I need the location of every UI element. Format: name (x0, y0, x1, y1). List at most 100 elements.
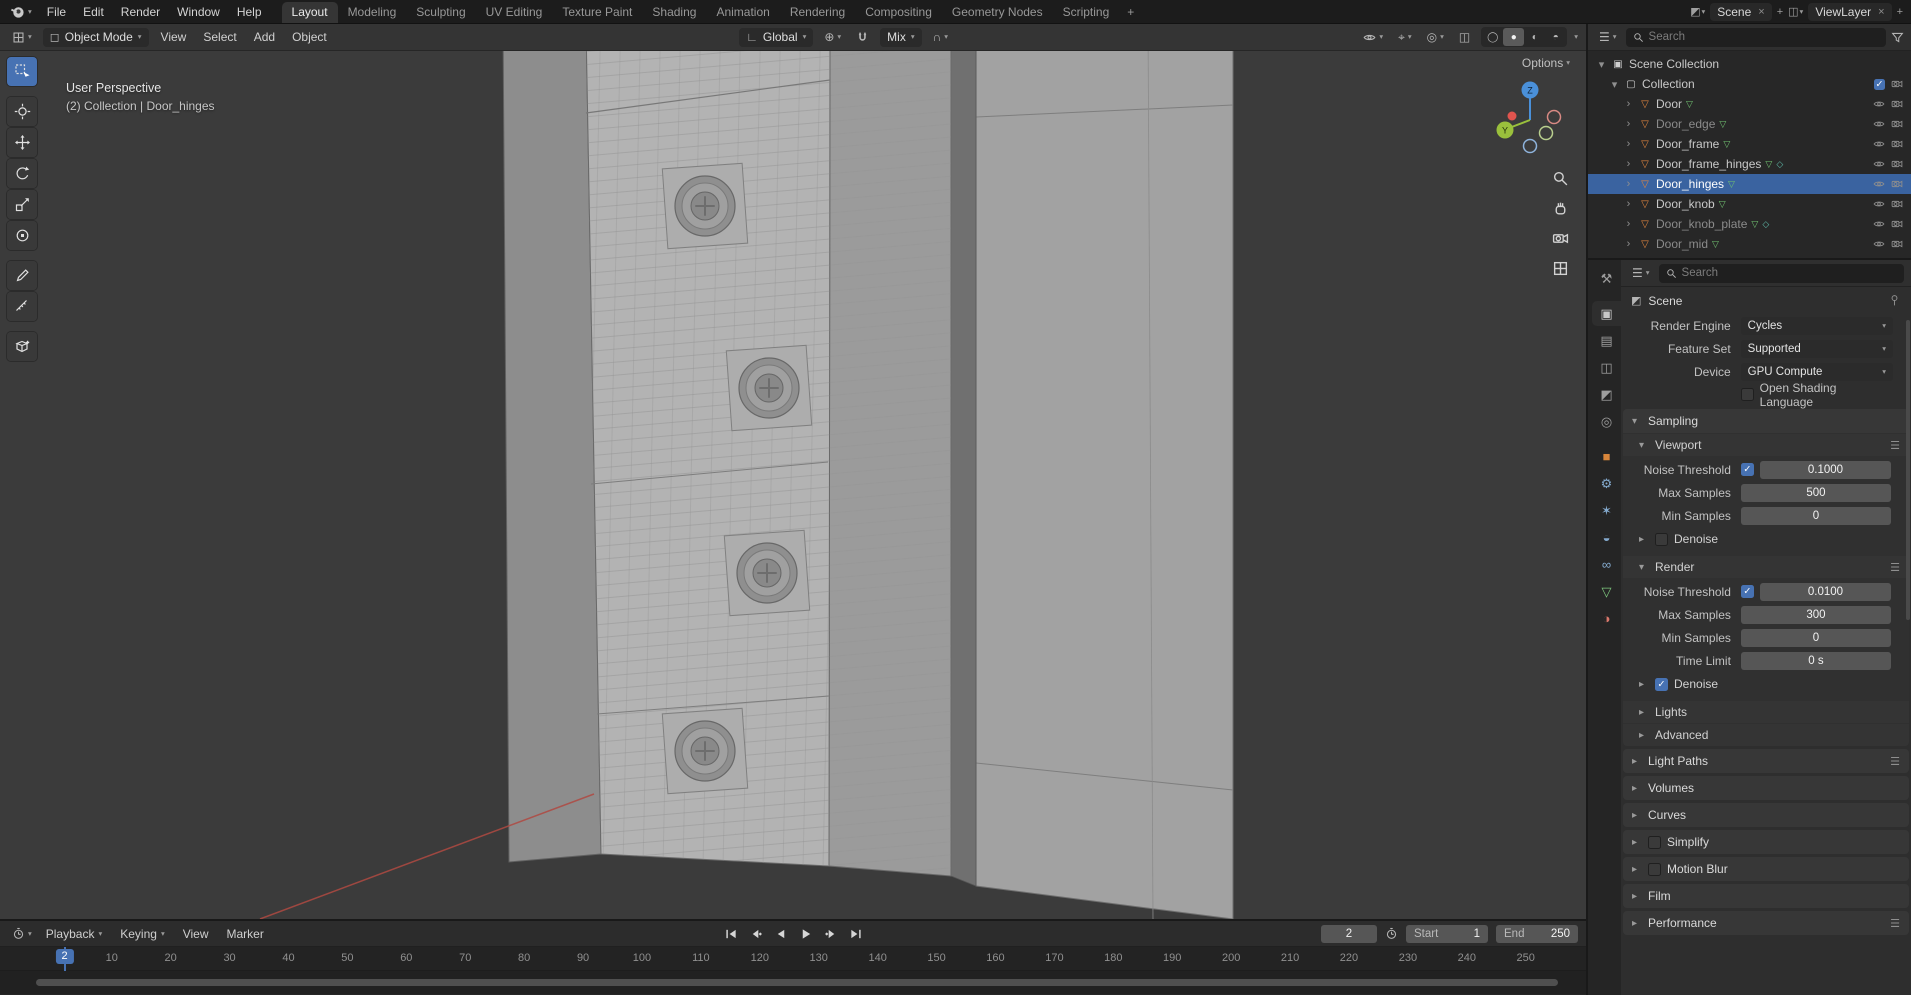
render-visibility-icon[interactable] (1891, 218, 1903, 230)
curves-header[interactable]: ▸ Curves (1623, 803, 1909, 827)
collection-checkbox[interactable]: ✓ (1874, 78, 1885, 90)
expand-icon[interactable]: › (1623, 218, 1634, 230)
viewport-denoise-checkbox[interactable] (1655, 532, 1668, 546)
tab-view-layer-properties[interactable]: ◫ (1592, 355, 1621, 380)
gizmo-x-axis[interactable] (1507, 111, 1517, 121)
outliner-search-input[interactable] (1648, 31, 1879, 43)
tab-object-data-properties[interactable]: ▽ (1592, 579, 1621, 604)
outliner-item-door-frame[interactable]: › ▽ Door_frame ▽ (1588, 134, 1911, 154)
annotate-tool[interactable] (7, 261, 37, 290)
volumes-header[interactable]: ▸ Volumes (1623, 776, 1909, 800)
viewport-menu-view[interactable]: View (156, 28, 192, 46)
render-noise-threshold-checkbox[interactable]: ✓ (1740, 585, 1754, 598)
jump-to-start-button[interactable] (720, 924, 742, 944)
hide-icon[interactable] (1873, 198, 1885, 210)
render-visibility-icon[interactable] (1891, 118, 1903, 130)
render-visibility-icon[interactable] (1891, 98, 1903, 110)
expand-icon[interactable]: › (1623, 158, 1634, 170)
timeline-ruler[interactable]: 10 20 30 40 50 60 70 80 90 100 110 120 130 140 150 160 1… (0, 947, 1586, 971)
new-viewlayer-icon[interactable]: + (1897, 6, 1903, 18)
frame-start-field[interactable]: Start 1 (1406, 924, 1488, 943)
simplify-checkbox[interactable] (1648, 835, 1661, 849)
tab-world-properties[interactable]: ◎ (1592, 409, 1621, 434)
timeline-menu-playback[interactable]: Playback ▾ (38, 927, 110, 941)
tab-uv-editing[interactable]: UV Editing (476, 2, 553, 23)
expand-icon[interactable]: › (1623, 138, 1634, 150)
timeline-menu-view[interactable]: View (175, 927, 217, 941)
outliner-item-door-edge[interactable]: › ▽ Door_edge ▽ (1588, 114, 1911, 134)
expand-icon[interactable]: › (1623, 238, 1634, 250)
falloff-dropdown[interactable]: Mix ▾ (880, 27, 922, 47)
overlays-dropdown[interactable]: ◎ ▾ (1423, 28, 1448, 46)
render-denoise-checkbox[interactable]: ✓ (1655, 677, 1668, 691)
viewport-menu-select[interactable]: Select (198, 28, 241, 46)
expand-icon[interactable]: ▾ (1609, 78, 1620, 91)
outliner-item-door-frame-hinges[interactable]: › ▽ Door_frame_hinges ▽ ◇ (1588, 154, 1911, 174)
time-limit-field[interactable]: 0 s (1740, 651, 1891, 670)
cursor-tool[interactable] (7, 97, 37, 126)
tab-tool-properties[interactable]: ⚒ (1592, 266, 1621, 291)
unlink-viewlayer-icon[interactable]: × (1878, 6, 1884, 18)
scene-selector[interactable]: Scene × (1710, 2, 1772, 21)
light-paths-header[interactable]: ▸ Light Paths ☰ (1623, 749, 1909, 773)
browse-viewlayer-icon[interactable]: ◫ ▾ (1788, 5, 1803, 18)
presets-icon[interactable]: ☰ (1890, 755, 1900, 768)
timeline-menu-keying[interactable]: Keying ▾ (112, 927, 172, 941)
simplify-header[interactable]: ▸ Simplify (1623, 830, 1909, 854)
unlink-scene-icon[interactable]: × (1758, 6, 1764, 18)
tab-material-properties[interactable]: ◑ (1592, 606, 1621, 631)
motion-blur-checkbox[interactable] (1648, 862, 1661, 876)
render-visibility-icon[interactable] (1891, 198, 1903, 210)
outliner-item-door-hinges[interactable]: › ▽ Door_hinges ▽ (1588, 174, 1911, 194)
zoom-icon[interactable] (1552, 170, 1569, 187)
presets-icon[interactable]: ☰ (1890, 561, 1900, 574)
tab-texture-paint[interactable]: Texture Paint (552, 2, 642, 23)
viewport-noise-threshold-field[interactable]: 0.1000 (1759, 460, 1891, 479)
render-denoise-header[interactable]: ▸ ✓ Denoise (1623, 673, 1909, 695)
timeline-editor-type[interactable]: ▾ (8, 925, 36, 942)
visibility-dropdown[interactable]: ▾ (1359, 29, 1387, 46)
hide-icon[interactable] (1873, 218, 1885, 230)
outliner-item-door-knob[interactable]: › ▽ Door_knob ▽ (1588, 194, 1911, 214)
outliner-scene-collection[interactable]: ▾ ▣ Scene Collection (1588, 54, 1911, 74)
frame-end-field[interactable]: End 250 (1496, 924, 1578, 943)
gizmo-x-neg-axis[interactable] (1546, 109, 1562, 125)
pivot-point-dropdown[interactable]: ⊕ ▾ (820, 28, 845, 46)
gizmos-dropdown[interactable]: ⌖ ▾ (1394, 28, 1416, 47)
add-workspace-button[interactable]: + (1119, 2, 1142, 23)
viewport-canvas[interactable] (0, 24, 1586, 919)
hide-icon[interactable] (1873, 178, 1885, 190)
hide-icon[interactable] (1873, 98, 1885, 110)
viewport-noise-threshold-checkbox[interactable]: ✓ (1740, 463, 1754, 476)
transform-orientation-dropdown[interactable]: ∟ Global ▾ (739, 27, 814, 47)
sampling-panel-header[interactable]: ▾ Sampling (1623, 409, 1909, 433)
blender-app-menu[interactable]: ▾ (4, 4, 38, 19)
gizmo-z-neg-axis[interactable] (1522, 138, 1538, 154)
outliner-item-door-knob-plate[interactable]: › ▽ Door_knob_plate ▽ ◇ (1588, 214, 1911, 234)
tab-constraint-properties[interactable]: ∞ (1592, 552, 1621, 577)
render-engine-dropdown[interactable]: Cycles ▾ (1740, 316, 1893, 335)
move-tool[interactable] (7, 128, 37, 157)
presets-icon[interactable]: ☰ (1890, 917, 1900, 930)
properties-scrollbar[interactable] (1906, 320, 1910, 620)
tab-modeling[interactable]: Modeling (338, 2, 407, 23)
render-visibility-icon[interactable] (1891, 138, 1903, 150)
jump-to-end-button[interactable] (845, 924, 867, 944)
play-button[interactable] (795, 924, 817, 944)
measure-tool[interactable] (7, 292, 37, 321)
device-dropdown[interactable]: GPU Compute ▾ (1740, 362, 1893, 381)
auto-keying-icon[interactable] (1385, 927, 1398, 940)
feature-set-dropdown[interactable]: Supported ▾ (1740, 339, 1893, 358)
expand-icon[interactable]: › (1623, 198, 1634, 210)
menu-window[interactable]: Window (169, 5, 228, 19)
hide-icon[interactable] (1873, 138, 1885, 150)
render-visibility-icon[interactable] (1891, 238, 1903, 250)
motion-blur-header[interactable]: ▸ Motion Blur (1623, 857, 1909, 881)
playhead-frame-badge[interactable]: 2 (55, 949, 74, 964)
hide-icon[interactable] (1873, 158, 1885, 170)
render-noise-threshold-field[interactable]: 0.0100 (1759, 582, 1891, 601)
proportional-editing-toggle[interactable]: ∩ ▾ (929, 28, 952, 46)
render-visibility-icon[interactable] (1891, 158, 1903, 170)
menu-help[interactable]: Help (229, 5, 270, 19)
tab-rendering[interactable]: Rendering (780, 2, 855, 23)
